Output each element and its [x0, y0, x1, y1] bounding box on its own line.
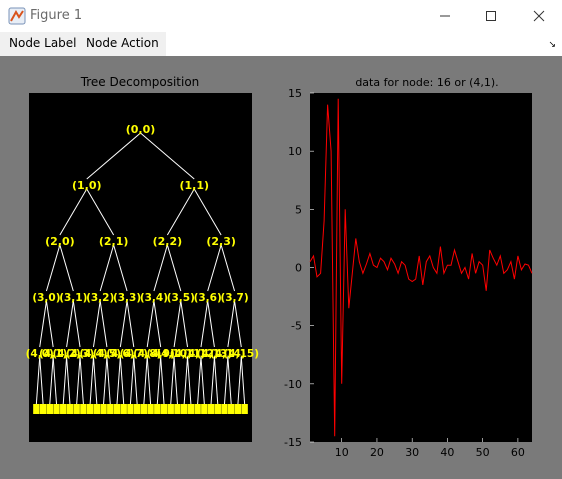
menu-spacer: [166, 32, 562, 56]
tree-leaf-node[interactable]: [221, 404, 228, 414]
figure-window: Figure 1 Node Label Node Action ↘ Tree D…: [0, 0, 562, 479]
tree-leaf-node[interactable]: [154, 404, 161, 414]
tree-leaf-node[interactable]: [60, 404, 67, 414]
tree-node-label[interactable]: (4,15): [224, 348, 260, 360]
tree-leaf-node[interactable]: [207, 404, 215, 414]
minimize-icon: [440, 15, 450, 17]
tree-leaf-node[interactable]: [167, 404, 174, 414]
tree-leaf-node[interactable]: [201, 404, 208, 414]
maximize-icon: [486, 11, 496, 21]
tree-node-label[interactable]: (3,6): [194, 292, 222, 304]
x-tick-label: 40: [440, 446, 454, 459]
tree-title: Tree Decomposition: [80, 75, 200, 89]
tree-leaf-node[interactable]: [53, 404, 60, 414]
tree-leaf-node[interactable]: [241, 404, 248, 414]
tree-leaf-node[interactable]: [180, 404, 188, 414]
tree-node-label[interactable]: (1,1): [179, 179, 209, 192]
tree-node-label[interactable]: (3,1): [59, 292, 87, 304]
x-tick-label: 10: [335, 446, 349, 459]
tree-node-label[interactable]: (3,3): [113, 292, 141, 304]
tree-leaf-node[interactable]: [100, 404, 107, 414]
x-tick-label: 50: [476, 446, 490, 459]
tree-leaf-node[interactable]: [46, 404, 53, 414]
y-tick-label: 0: [295, 262, 302, 275]
maximize-button[interactable]: [468, 0, 514, 32]
y-tick-label: 5: [295, 203, 302, 216]
y-tick-label: -15: [284, 436, 302, 449]
signal-axes: data for node: 16 or (4,1). 10 20 30 40 50 60…: [284, 76, 533, 459]
tree-node-label[interactable]: (2,1): [99, 235, 129, 248]
y-tick-label: -10: [284, 378, 302, 391]
x-tick-label: 60: [511, 446, 525, 459]
y-tick-label: 15: [288, 87, 302, 100]
tree-node-label[interactable]: (3,2): [86, 292, 114, 304]
x-tick-label: 20: [370, 446, 384, 459]
tree-node-label[interactable]: (1,0): [72, 179, 102, 192]
tree-node-label[interactable]: (3,4): [140, 292, 168, 304]
y-tick-label: 10: [288, 145, 302, 158]
tree-node-label[interactable]: (2,2): [153, 235, 183, 248]
menu-node-action[interactable]: Node Action: [86, 36, 159, 50]
tree-leaf-node[interactable]: [160, 404, 168, 414]
tree-leaf-node[interactable]: [187, 404, 195, 414]
menu-node-label[interactable]: Node Label: [9, 36, 77, 50]
tree-leaf-node[interactable]: [113, 404, 121, 414]
tree-leaf-node[interactable]: [66, 404, 74, 414]
tree-leaf-node[interactable]: [39, 404, 47, 414]
title-bar[interactable]: Figure 1: [0, 0, 562, 32]
tree-leaf-node[interactable]: [127, 404, 134, 414]
tree-leaf-node[interactable]: [86, 404, 94, 414]
minimize-button[interactable]: [422, 0, 468, 32]
y-tick-label: -5: [291, 320, 302, 333]
tree-leaf-node[interactable]: [73, 404, 80, 414]
tree-leaf-node[interactable]: [133, 404, 141, 414]
tree-leaf-node[interactable]: [147, 404, 154, 414]
tree-node-label[interactable]: (3,5): [167, 292, 195, 304]
tree-node-label[interactable]: (3,7): [220, 292, 248, 304]
tree-leaf-node[interactable]: [33, 404, 40, 414]
tree-node-label[interactable]: (0,0): [126, 123, 156, 136]
tree-axes: Tree Decomposition (0,0) (1,0) (1,1) (2,0) (…: [26, 75, 259, 442]
close-button[interactable]: [516, 0, 562, 32]
figure-area: Tree Decomposition (0,0) (1,0) (1,1) (2,0) (…: [0, 56, 562, 479]
chart-title: data for node: 16 or (4,1).: [355, 76, 498, 89]
tree-leaf-node[interactable]: [214, 404, 221, 414]
close-icon: [533, 10, 545, 22]
x-tick-label: 30: [405, 446, 419, 459]
tree-node-label[interactable]: (2,0): [45, 235, 75, 248]
tree-leaf-node[interactable]: [80, 404, 87, 414]
tree-leaf-node[interactable]: [234, 404, 242, 414]
tree-leaf-node[interactable]: [174, 404, 181, 414]
tree-node-label[interactable]: (3,0): [32, 292, 60, 304]
tree-leaf-node[interactable]: [228, 404, 235, 414]
dock-arrow-icon[interactable]: ↘: [548, 40, 556, 50]
figure-canvas: Tree Decomposition (0,0) (1,0) (1,1) (2,0) (…: [26, 75, 533, 459]
window-title: Figure 1: [30, 8, 83, 23]
tree-leaf-node[interactable]: [107, 404, 114, 414]
matlab-icon: [8, 7, 26, 25]
tree-leaf-node[interactable]: [93, 404, 101, 414]
tree-leaf-node[interactable]: [140, 404, 148, 414]
tree-leaf-node[interactable]: [120, 404, 127, 414]
tree-background: [29, 93, 252, 442]
tree-node-label[interactable]: (2,3): [206, 235, 236, 248]
tree-leaf-node[interactable]: [194, 404, 201, 414]
